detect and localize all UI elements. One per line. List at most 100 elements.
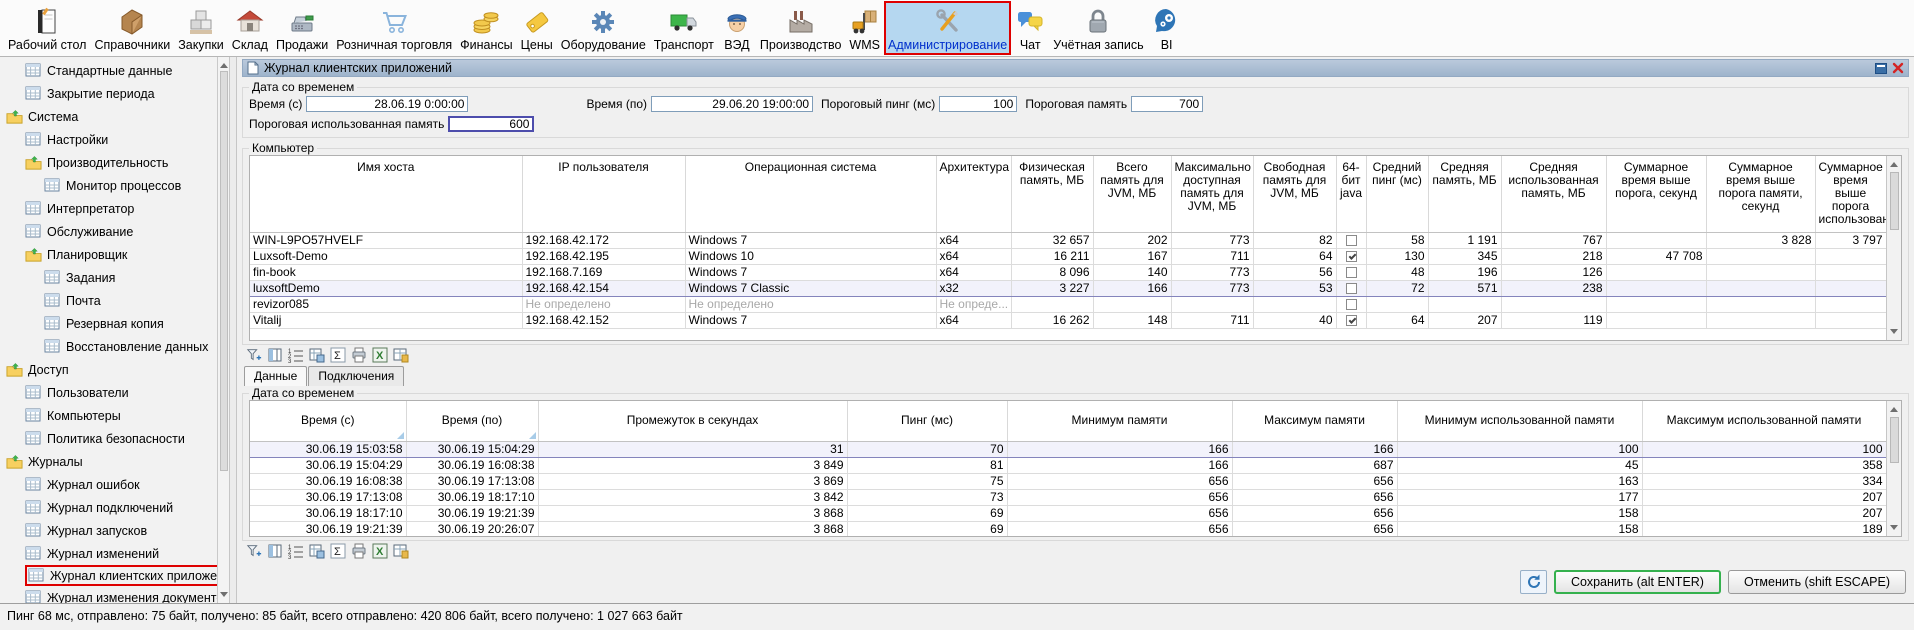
numbering-icon[interactable]: 123 — [286, 347, 305, 364]
computer-row[interactable]: WIN-L9PO57HVELF192.168.42.172Windows 7x6… — [250, 232, 1886, 248]
toolbar-item-administration[interactable]: Администрирование — [884, 1, 1011, 55]
detail-row[interactable]: 30.06.19 19:21:3930.06.19 20:26:073 8686… — [250, 521, 1886, 537]
column-header-time-over-ping[interactable]: Суммарное время выше порога, секунд — [1606, 156, 1706, 232]
scroll-down-icon[interactable] — [1890, 525, 1898, 534]
sidebar-item-security-policy[interactable]: Политика безопасности — [25, 427, 217, 450]
toolbar-item-wms[interactable]: WMS — [845, 1, 884, 55]
toolbar-item-transport[interactable]: Транспорт — [650, 1, 718, 55]
sidebar-item-process-monitor[interactable]: Монитор процессов — [44, 174, 217, 197]
java-64bit-checkbox[interactable] — [1346, 251, 1357, 262]
detail-row[interactable]: 30.06.19 18:17:1030.06.19 19:21:393 8686… — [250, 505, 1886, 521]
panel-splitter[interactable] — [230, 57, 237, 603]
computer-row[interactable]: Luxsoft-Demo192.168.42.195Windows 10x641… — [250, 248, 1886, 264]
column-header-max-used-mem[interactable]: Максимум использованной памяти — [1642, 401, 1886, 441]
scrollbar-thumb[interactable] — [1890, 417, 1899, 463]
scroll-down-icon[interactable] — [220, 592, 228, 601]
computers-table-scrollbar[interactable] — [1886, 156, 1901, 340]
table-settings-icon[interactable] — [391, 347, 410, 364]
sidebar-item-standard-data[interactable]: Стандартные данные — [25, 59, 217, 82]
threshold-memory-input[interactable] — [1131, 96, 1203, 112]
toolbar-item-prices[interactable]: Цены — [517, 1, 557, 55]
computer-row[interactable]: luxsoftDemo192.168.42.154Windows 7 Class… — [250, 280, 1886, 296]
toolbar-item-finance[interactable]: Финансы — [456, 1, 516, 55]
sidebar-item-launch-journal[interactable]: Журнал запусков — [25, 519, 217, 542]
tab-connections[interactable]: Подключения — [308, 366, 404, 386]
toolbar-item-production[interactable]: Производство — [756, 1, 846, 55]
sidebar-item-users[interactable]: Пользователи — [25, 381, 217, 404]
computer-row[interactable]: revizor085Не определеноНе определеноНе о… — [250, 296, 1886, 312]
filter-icon[interactable] — [244, 543, 263, 560]
column-header-jvm-free[interactable]: Свободная память для JVM, МБ — [1253, 156, 1336, 232]
scroll-up-icon[interactable] — [220, 59, 228, 68]
sidebar-item-scheduler[interactable]: Планировщик — [25, 243, 217, 266]
toolbar-item-customs[interactable]: ВЭД — [718, 1, 756, 55]
toolbar-item-bi[interactable]: BI — [1148, 1, 1186, 55]
print-icon[interactable] — [349, 543, 368, 560]
maximize-icon[interactable] — [1875, 63, 1887, 74]
sidebar-item-performance[interactable]: Производительность — [25, 151, 217, 174]
toolbar-item-chat[interactable]: Чат — [1011, 1, 1049, 55]
column-header-time-to[interactable]: Время (по) — [406, 401, 538, 441]
computer-row[interactable]: Vitalij192.168.42.152Windows 7x6416 2621… — [250, 312, 1886, 328]
time-to-input[interactable] — [651, 96, 813, 112]
sidebar-item-interpreter[interactable]: Интерпретатор — [25, 197, 217, 220]
column-header-time-from[interactable]: Время (с) — [250, 401, 406, 441]
aggregate-icon[interactable] — [307, 347, 326, 364]
sidebar-scrollbar[interactable] — [218, 57, 230, 603]
sidebar-item-client-app-journal[interactable]: Журнал клиентских приложений — [25, 565, 218, 586]
threshold-used-memory-input[interactable] — [448, 116, 534, 132]
toolbar-item-warehouse[interactable]: Склад — [228, 1, 272, 55]
sidebar-item-settings[interactable]: Настройки — [25, 128, 217, 151]
java-64bit-checkbox[interactable] — [1346, 283, 1357, 294]
toolbar-item-references[interactable]: Справочники — [90, 1, 174, 55]
sidebar-item-maintenance[interactable]: Обслуживание — [25, 220, 217, 243]
column-header-min-mem[interactable]: Минимум памяти — [1007, 401, 1232, 441]
java-64bit-checkbox[interactable] — [1346, 299, 1357, 310]
sidebar-item-access[interactable]: Доступ — [6, 358, 217, 381]
sidebar-item-document-change-journal[interactable]: Журнал изменения документов — [25, 586, 217, 603]
sidebar-item-tasks[interactable]: Задания — [44, 266, 217, 289]
sidebar-item-closing-period[interactable]: Закрытие периода — [25, 82, 217, 105]
sidebar-item-journals[interactable]: Журналы — [6, 450, 217, 473]
scroll-up-icon[interactable] — [1890, 158, 1898, 167]
computer-row[interactable]: fin-book192.168.7.169Windows 7x648 09614… — [250, 264, 1886, 280]
column-header-host[interactable]: Имя хоста — [250, 156, 522, 232]
column-header-time-over-mem[interactable]: Суммарное время выше порога памяти, секу… — [1706, 156, 1815, 232]
toolbar-item-purchases[interactable]: Закупки — [174, 1, 228, 55]
column-header-ping[interactable]: Пинг (мс) — [847, 401, 1007, 441]
toolbar-item-account[interactable]: Учётная запись — [1049, 1, 1147, 55]
print-icon[interactable] — [349, 347, 368, 364]
scroll-up-icon[interactable] — [1890, 403, 1898, 412]
columns-icon[interactable] — [265, 543, 284, 560]
sidebar-item-connection-journal[interactable]: Журнал подключений — [25, 496, 217, 519]
column-header-avg-ping[interactable]: Средний пинг (мс) — [1366, 156, 1428, 232]
cancel-button[interactable]: Отменить (shift ESCAPE) — [1728, 570, 1906, 594]
java-64bit-checkbox[interactable] — [1346, 315, 1357, 326]
tab-data[interactable]: Данные — [244, 366, 307, 386]
aggregate-icon[interactable] — [307, 543, 326, 560]
column-header-arch[interactable]: Архитектура — [936, 156, 1011, 232]
java-64bit-checkbox[interactable] — [1346, 235, 1357, 246]
time-from-input[interactable] — [306, 96, 468, 112]
filter-icon[interactable] — [244, 347, 263, 364]
sidebar-item-change-journal[interactable]: Журнал изменений — [25, 542, 217, 565]
scrollbar-thumb[interactable] — [1890, 172, 1899, 230]
detail-row[interactable]: 30.06.19 16:08:3830.06.19 17:13:083 8697… — [250, 473, 1886, 489]
toolbar-item-sales[interactable]: Продажи — [272, 1, 332, 55]
sidebar-item-backup[interactable]: Резервная копия — [44, 312, 217, 335]
column-header-java64[interactable]: 64-бит java — [1336, 156, 1366, 232]
sidebar-item-system[interactable]: Система — [6, 105, 217, 128]
refresh-button[interactable] — [1520, 570, 1547, 594]
toolbar-item-retail[interactable]: Розничная торговля — [332, 1, 456, 55]
column-header-min-used-mem[interactable]: Минимум использованной памяти — [1397, 401, 1642, 441]
column-header-phys-mem[interactable]: Физическая память, МБ — [1011, 156, 1093, 232]
column-header-os[interactable]: Операционная система — [685, 156, 936, 232]
scroll-down-icon[interactable] — [1890, 329, 1898, 338]
details-table-scrollbar[interactable] — [1886, 401, 1901, 536]
column-header-avg-used-mem[interactable]: Средняя использованная память, МБ — [1501, 156, 1606, 232]
detail-row[interactable]: 30.06.19 17:13:0830.06.19 18:17:103 8427… — [250, 489, 1886, 505]
column-header-ip[interactable]: IP пользователя — [522, 156, 685, 232]
threshold-ping-input[interactable] — [939, 96, 1017, 112]
column-header-jvm-total[interactable]: Всего память для JVM, МБ — [1093, 156, 1171, 232]
scrollbar-thumb[interactable] — [220, 71, 228, 471]
